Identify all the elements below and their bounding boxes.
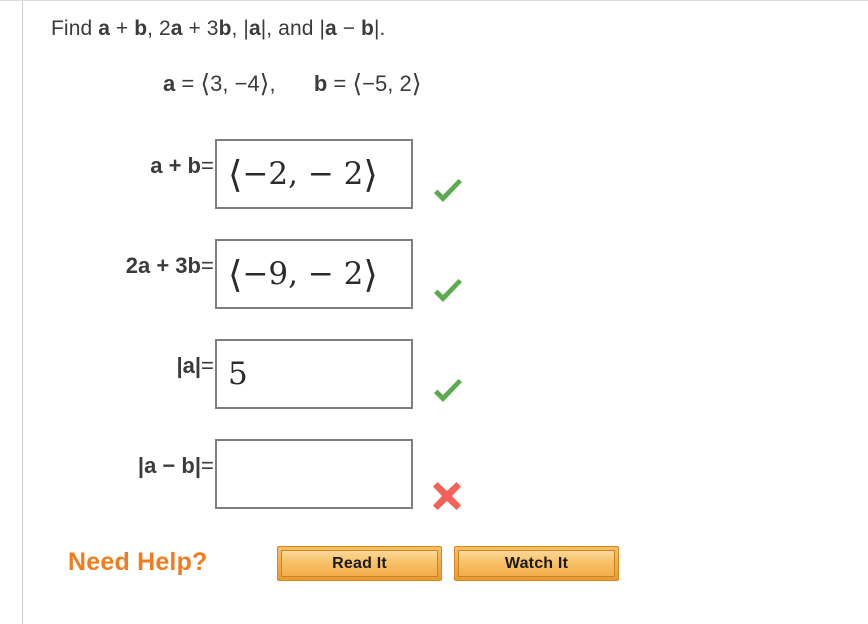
- given-b-value: ⟨−5, 2⟩: [352, 69, 422, 98]
- row-label-2a-plus-3b: 2a + 3b: [125, 253, 201, 278]
- row-equals-magnitude-a: =: [201, 353, 214, 378]
- given-a-value: ⟨3, −4⟩,: [200, 69, 276, 98]
- status-icon-a-plus-b: [430, 175, 466, 211]
- given-b-equals: =: [333, 71, 347, 96]
- read-it-button[interactable]: Read It: [277, 546, 442, 581]
- read-it-button-label: Read It: [281, 550, 438, 577]
- watch-it-button[interactable]: Watch It: [454, 546, 619, 581]
- prompt-prefix: Find: [51, 17, 99, 40]
- row-label-magnitude-a-minus-b: |a − b|: [137, 453, 201, 478]
- worksheet-page: Find a + b, 2a + 3b, |a|, and |a − b|. a…: [0, 0, 868, 624]
- answer-row-magnitude-a-minus-b: |a − b| =: [23, 431, 868, 510]
- answer-value-magnitude-a: 5: [228, 356, 248, 392]
- given-b-label: b: [313, 71, 328, 96]
- given-a-label: a: [163, 71, 176, 96]
- status-icon-2a-plus-3b: [430, 275, 466, 311]
- watch-it-button-label: Watch It: [458, 550, 615, 577]
- answer-row-magnitude-a: |a| = 5: [23, 331, 868, 409]
- answer-value-a-plus-b: ⟨−2, − 2⟩: [228, 153, 378, 196]
- need-help-bar: Need Help? Read It Watch It: [23, 543, 868, 591]
- problem-content: Find a + b, 2a + 3b, |a|, and |a − b|. a…: [23, 1, 868, 624]
- answer-input-magnitude-a[interactable]: 5: [215, 339, 413, 409]
- given-vectors: a = ⟨3, −4⟩, b = ⟨−5, 2⟩: [163, 69, 421, 98]
- answer-value-2a-plus-3b: ⟨−9, − 2⟩: [228, 253, 378, 296]
- row-label-a-plus-b: a + b: [150, 153, 201, 178]
- answer-input-2a-plus-3b[interactable]: ⟨−9, − 2⟩: [215, 239, 413, 309]
- given-a-equals: =: [181, 71, 195, 96]
- status-icon-magnitude-a-minus-b: [430, 479, 466, 515]
- row-label-magnitude-a: |a|: [176, 353, 201, 378]
- prompt-terms: a + b, 2a + 3b, |a|, and |a − b|.: [98, 17, 386, 40]
- answer-input-magnitude-a-minus-b[interactable]: [215, 439, 413, 509]
- answer-row-2a-plus-3b: 2a + 3b = ⟨−9, − 2⟩: [23, 231, 868, 309]
- need-help-label: Need Help?: [68, 548, 208, 576]
- row-equals-2a-plus-3b: =: [201, 253, 214, 278]
- problem-prompt: Find a + b, 2a + 3b, |a|, and |a − b|.: [51, 17, 385, 41]
- row-equals-a-plus-b: =: [201, 153, 214, 178]
- answer-input-a-plus-b[interactable]: ⟨−2, − 2⟩: [215, 139, 413, 209]
- status-icon-magnitude-a: [430, 375, 466, 411]
- row-equals-magnitude-a-minus-b: =: [201, 453, 214, 478]
- answer-row-a-plus-b: a + b = ⟨−2, − 2⟩: [23, 131, 868, 209]
